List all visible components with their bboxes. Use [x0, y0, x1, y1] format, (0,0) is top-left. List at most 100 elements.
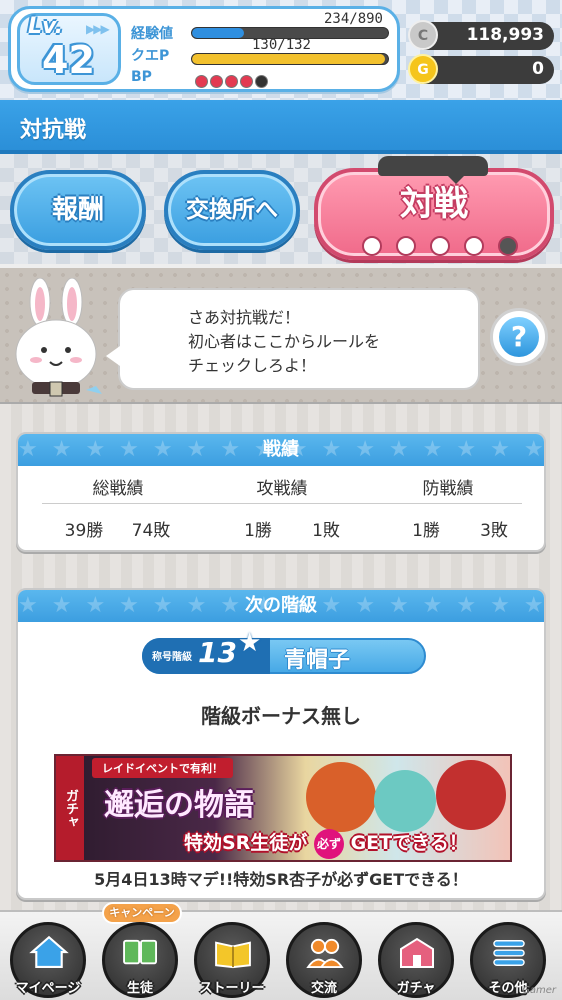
- nav-mypage[interactable]: マイページ: [4, 916, 92, 1000]
- coin-counter[interactable]: C 118,993: [408, 20, 554, 50]
- exp-bar-fill: [192, 28, 244, 38]
- character-portrait-1: [306, 762, 376, 832]
- record-divider: [42, 503, 522, 504]
- defense-losses: 3敗: [480, 521, 508, 541]
- character-portrait-3: [436, 760, 506, 830]
- coin-amount: 118,993: [466, 25, 544, 45]
- total-losses: 74敗: [131, 521, 171, 541]
- battle-hint-tab: [378, 156, 488, 184]
- bp-dot: [255, 75, 268, 88]
- nav-mypage-label: マイページ: [15, 981, 81, 996]
- nav-gacha-label: ガチャ: [396, 981, 436, 996]
- level-arrows-icon: ▶▶▶: [86, 22, 110, 36]
- battle-stamina-dot: [396, 236, 416, 256]
- level-label: Lv.: [28, 14, 63, 39]
- exp-label: 経験値: [131, 26, 173, 42]
- record-header-defense: 防戦績: [422, 479, 474, 499]
- mascot-line-2: 初心者はここからルールを: [188, 332, 381, 351]
- attack-wins: 1勝: [244, 521, 272, 541]
- reward-button[interactable]: 報酬: [10, 170, 146, 250]
- main-content: ★★★★★★★★★★★★★★★★★ 戦績 総戦績 攻戦績 防戦績 39勝 74敗…: [0, 404, 562, 910]
- battle-stamina-dot: [498, 236, 518, 256]
- next-rank-panel: ★★★★★★★★★★★★★★★★★ 次の階級 称号階級 13 ★ 青帽子 階級ボ…: [16, 588, 546, 900]
- level-badge: Lv. ▶▶▶ 42: [17, 13, 121, 85]
- quest-points-bar-fill: [192, 54, 386, 64]
- coin-icon: C: [408, 20, 438, 50]
- level-number: 42: [42, 38, 95, 82]
- menu-icon: [493, 940, 525, 966]
- bunny-mascot-icon: [15, 278, 102, 397]
- help-button[interactable]: ?: [490, 308, 548, 366]
- rank-ribbon: 称号階級 13 ★ 青帽子: [142, 628, 426, 674]
- next-rank-header: ★★★★★★★★★★★★★★★★★ 次の階級: [18, 590, 544, 622]
- quest-points-label: クエP: [131, 48, 170, 64]
- nav-story-label: ストーリー: [199, 981, 265, 996]
- banner-caption: 5月4日13時マデ!!特効SR杏子が必ずGETできる！: [94, 870, 468, 889]
- total-wins: 39勝: [64, 521, 104, 541]
- banner-copy: 特効SR生徒が 必ず GETできる！: [184, 828, 468, 859]
- battle-stamina-dot: [430, 236, 450, 256]
- page-title-bar: 対抗戦: [0, 100, 562, 154]
- record-header-attack: 攻戦績: [256, 479, 308, 499]
- people-icon: [306, 938, 344, 969]
- battle-stamina-indicator: [362, 236, 518, 256]
- battle-button[interactable]: 対戦: [314, 156, 554, 260]
- player-status-card[interactable]: Lv. ▶▶▶ 42 経験値 234/890 クエP 130/132 BP: [8, 6, 400, 92]
- bp-label: BP: [131, 69, 152, 85]
- battle-record-header: ★★★★★★★★★★★★★★★★★ 戦績: [18, 434, 544, 466]
- character-portrait-2: [374, 770, 436, 832]
- story-title-logo: 邂逅の物語: [104, 788, 254, 823]
- watermark: Gamer: [522, 985, 556, 996]
- gem-amount: 0: [532, 59, 544, 79]
- book-icon: [215, 941, 251, 969]
- question-mark-icon: ?: [499, 317, 539, 357]
- gacha-building-icon: [400, 937, 434, 968]
- defense-wins: 1勝: [412, 521, 440, 541]
- bottom-nav: マイページ キャンペーン 生徒 ストーリー 交流 ガチャ その他 Gamer: [0, 902, 562, 1000]
- campaign-badge: キャンペーン: [102, 902, 182, 924]
- nav-students-label: 生徒: [126, 981, 153, 996]
- rank-bonus-text: 階級ボーナス無し: [201, 704, 361, 728]
- page-title: 対抗戦: [20, 118, 87, 143]
- bp-dot: [195, 75, 208, 88]
- star-icon: ★: [238, 628, 262, 658]
- quest-points-bar: [191, 53, 389, 65]
- attack-losses: 1敗: [312, 521, 340, 541]
- battle-record-panel: ★★★★★★★★★★★★★★★★★ 戦績 総戦績 攻戦績 防戦績 39勝 74敗…: [16, 432, 546, 552]
- nav-social[interactable]: 交流: [280, 916, 368, 1000]
- rank-tag: 称号階級 13 ★: [142, 628, 270, 674]
- next-rank-title: 次の階級: [245, 595, 317, 616]
- exp-value: 234/890: [323, 11, 383, 27]
- banner-copy-prefix: 特効SR生徒が: [184, 832, 308, 854]
- status-header: Lv. ▶▶▶ 42 経験値 234/890 クエP 130/132 BP C …: [0, 0, 562, 100]
- gem-counter[interactable]: G 0: [408, 54, 554, 84]
- nav-social-label: 交流: [310, 981, 337, 996]
- mascot-line-1: さあ対抗戦だ！: [188, 308, 301, 327]
- exchange-button[interactable]: 交換所へ: [164, 170, 300, 250]
- bp-dot: [225, 75, 238, 88]
- student-cards-icon: [123, 939, 157, 965]
- gacha-banner[interactable]: ガチャ レイドイベントで有利！ 邂逅の物語 特効SR生徒が 必ず GETできる！: [54, 754, 512, 862]
- raid-event-tag: レイドイベントで有利！: [92, 758, 233, 778]
- battle-record-title: 戦績: [263, 439, 299, 460]
- rank-tag-label: 称号階級: [152, 652, 192, 663]
- must-get-badge: 必ず: [313, 828, 344, 859]
- nav-students[interactable]: キャンペーン 生徒: [96, 902, 184, 1000]
- bp-dot: [210, 75, 223, 88]
- gold-coin-icon: G: [408, 54, 438, 84]
- rank-name: 青帽子: [284, 648, 351, 673]
- house-icon: [29, 935, 69, 968]
- nav-gacha[interactable]: ガチャ: [372, 916, 460, 1000]
- bp-dot: [240, 75, 253, 88]
- exchange-button-label: 交換所へ: [186, 197, 278, 223]
- mascot-speech-bubble: さあ対抗戦だ！ 初心者はここからルールを チェックしろよ！: [106, 288, 480, 390]
- mascot-line-3: チェックしろよ！: [188, 356, 317, 375]
- rank-tag-number: 13: [198, 636, 237, 669]
- record-header-total: 総戦績: [92, 479, 144, 499]
- battle-button-label: 対戦: [400, 184, 468, 224]
- reward-button-label: 報酬: [51, 195, 104, 225]
- battle-stamina-dot: [362, 236, 382, 256]
- banner-copy-suffix: GETできる！: [350, 832, 468, 854]
- battle-stamina-dot: [464, 236, 484, 256]
- nav-story[interactable]: ストーリー: [188, 916, 276, 1000]
